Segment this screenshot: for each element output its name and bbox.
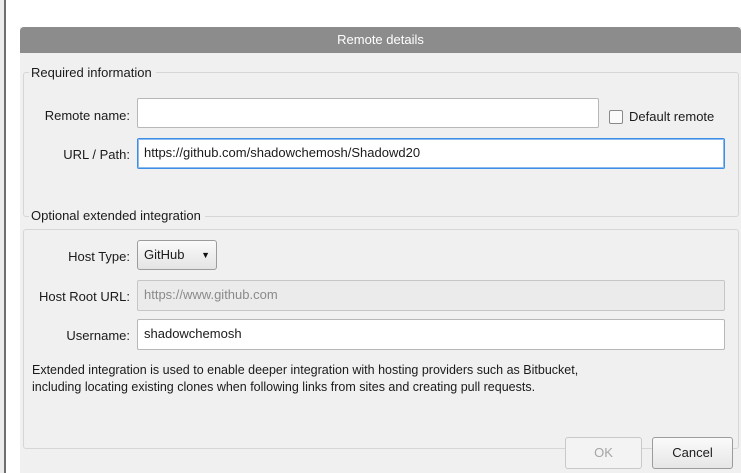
default-remote-label: Default remote — [629, 109, 715, 124]
ok-button[interactable]: OK — [565, 437, 642, 469]
integration-description: Extended integration is used to enable d… — [32, 362, 732, 396]
host-type-label: Host Type: — [68, 249, 130, 264]
url-path-input[interactable]: https://github.com/shadowchemosh/Shadowd… — [137, 138, 725, 169]
description-line-1: Extended integration is used to enable d… — [32, 363, 579, 377]
url-path-label: URL / Path: — [63, 147, 130, 162]
host-root-url-label: Host Root URL: — [38, 289, 130, 304]
window-left-edge — [0, 0, 6, 473]
username-input[interactable]: shadowchemosh — [137, 319, 725, 350]
host-root-url-input: https://www.github.com — [137, 280, 725, 311]
required-information-legend: Required information — [29, 65, 156, 81]
host-type-select[interactable]: GitHub ▼ — [137, 240, 217, 270]
dialog-title: Remote details — [20, 27, 741, 53]
remote-name-input[interactable] — [137, 98, 599, 128]
remote-details-dialog: Remote details Required information Remo… — [20, 27, 741, 473]
description-line-2: including locating existing clones when … — [32, 380, 536, 394]
optional-integration-legend: Optional extended integration — [29, 208, 205, 224]
default-remote-checkbox[interactable] — [609, 110, 623, 124]
cancel-button[interactable]: Cancel — [652, 437, 733, 469]
username-label: Username: — [66, 328, 130, 343]
host-type-value: GitHub — [144, 247, 185, 262]
dropdown-arrow-icon: ▼ — [201, 250, 210, 260]
remote-name-label: Remote name: — [44, 108, 130, 123]
